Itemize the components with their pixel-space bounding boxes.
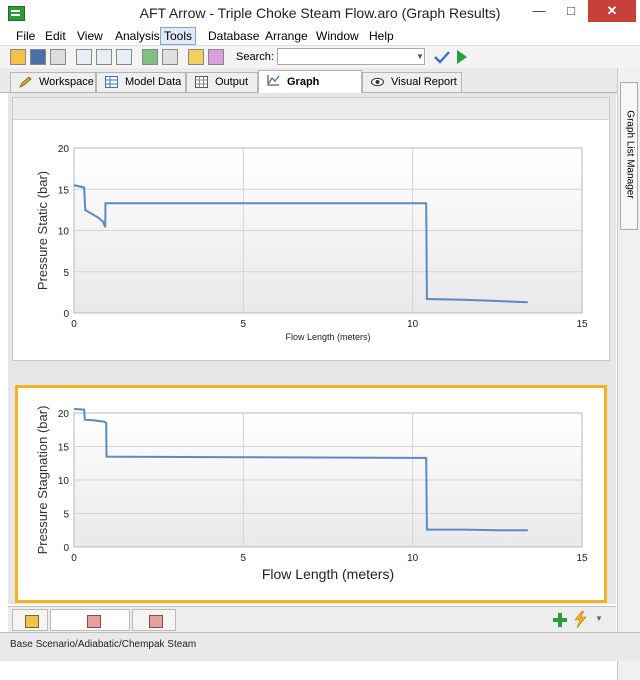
- chevron-down-icon[interactable]: ▼: [595, 614, 603, 623]
- graph-list-manager-tab[interactable]: Graph List Manager: [620, 82, 638, 230]
- add-graph-icon[interactable]: [553, 613, 567, 627]
- network-icon[interactable]: [142, 49, 158, 65]
- graph-tab-3[interactable]: [132, 609, 176, 631]
- menu-database[interactable]: Database: [208, 29, 259, 43]
- graph-list-manager-label: Graph List Manager: [624, 110, 636, 199]
- graph-header: [13, 98, 609, 120]
- chart-icon: [267, 75, 280, 86]
- tab-model-data[interactable]: Model Data: [96, 72, 186, 92]
- flask-icon[interactable]: [208, 49, 224, 65]
- tab-graph-results[interactable]: Graph Results: [258, 70, 362, 110]
- menu-view[interactable]: View: [77, 29, 103, 43]
- pencil-icon: [19, 76, 32, 88]
- tab-strip: Workspace Model Data Output Graph Result…: [0, 68, 617, 110]
- close-button[interactable]: ✕: [588, 0, 636, 22]
- check-icon[interactable]: [434, 50, 450, 64]
- graph-tab-1[interactable]: [12, 609, 48, 631]
- graph-tab-2[interactable]: ✕: [50, 609, 167, 631]
- print-icon[interactable]: [50, 49, 66, 65]
- tab-output[interactable]: Output: [186, 72, 258, 92]
- tab-label: Visual Report: [391, 76, 457, 88]
- lightning-icon[interactable]: [573, 611, 587, 628]
- side-panel: Graph List Manager: [617, 68, 640, 680]
- graph-tabs-bar: ✕ ▼: [8, 606, 616, 633]
- search-input[interactable]: [277, 48, 425, 65]
- title-bar: AFT Arrow - Triple Choke Steam Flow.aro …: [0, 0, 640, 28]
- run-icon[interactable]: [456, 49, 468, 65]
- grid-icon: [195, 76, 208, 88]
- menu-window[interactable]: Window: [316, 29, 359, 43]
- tab-workspace[interactable]: Workspace: [10, 72, 96, 92]
- search-label: Search:: [236, 51, 274, 63]
- menu-analysis[interactable]: Analysis: [115, 29, 160, 43]
- save-icon[interactable]: [30, 49, 46, 65]
- table-icon: [105, 76, 118, 88]
- menu-tools[interactable]: Tools: [160, 27, 197, 45]
- graph-panel-static[interactable]: [12, 97, 610, 361]
- notes-icon[interactable]: [188, 49, 204, 65]
- layout-split-icon[interactable]: [96, 49, 112, 65]
- tab-visual-report[interactable]: Visual Report: [362, 72, 462, 92]
- minimize-button[interactable]: —: [524, 0, 554, 22]
- tab-label: Workspace: [39, 76, 94, 88]
- tab-label: Model Data: [125, 76, 182, 88]
- menu-help[interactable]: Help: [369, 29, 394, 43]
- maximize-button[interactable]: □: [556, 0, 586, 22]
- edit-disabled-icon[interactable]: [162, 49, 178, 65]
- menu-file[interactable]: File: [16, 29, 35, 43]
- status-bar: Base Scenario/Adiabatic/Chempak Steam: [0, 632, 640, 661]
- menu-bar: File Edit View Analysis Tools Database A…: [0, 27, 640, 45]
- chevron-down-icon[interactable]: ▼: [414, 49, 426, 64]
- layout-single-icon[interactable]: [76, 49, 92, 65]
- status-text: Base Scenario/Adiabatic/Chempak Steam: [10, 639, 197, 650]
- tab-label: Output: [215, 76, 249, 88]
- eye-icon: [371, 77, 384, 87]
- menu-edit[interactable]: Edit: [45, 29, 66, 43]
- open-icon[interactable]: [10, 49, 26, 65]
- graph-tab-icon: [25, 615, 39, 628]
- graph-panel-stagnation[interactable]: [15, 385, 607, 603]
- toolbar: Search: ▼: [0, 45, 640, 70]
- graph-tab-icon: [87, 615, 101, 628]
- menu-arrange[interactable]: Arrange: [265, 29, 308, 43]
- layout-stack-icon[interactable]: [116, 49, 132, 65]
- graph-tab-icon: [149, 615, 163, 628]
